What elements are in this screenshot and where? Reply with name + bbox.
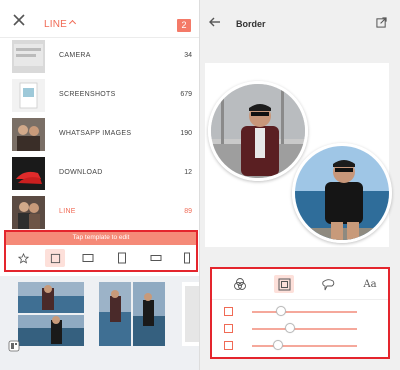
album-row[interactable]: SCREENSHOTS 679 <box>0 77 200 116</box>
slider-thumb[interactable] <box>273 340 284 350</box>
border-editor-header: Border <box>200 0 400 44</box>
album-row[interactable]: CAMERA 34 <box>0 38 200 77</box>
close-icon[interactable] <box>12 13 26 27</box>
album-count: 679 <box>180 91 192 98</box>
slider-thumb[interactable] <box>284 323 295 333</box>
square-frame-icon[interactable] <box>45 249 65 267</box>
border-frame-icon[interactable] <box>274 275 294 293</box>
selected-count-badge[interactable]: 2 <box>177 19 191 32</box>
collage-photo-circle-1[interactable] <box>208 81 308 181</box>
album-name: WHATSAPP IMAGES <box>59 130 132 137</box>
tall-frame-icon[interactable] <box>177 249 197 267</box>
landscape-frame-icon[interactable] <box>78 249 98 267</box>
template-selector <box>5 245 197 271</box>
collage-preview-vertical[interactable] <box>18 282 84 346</box>
border-editor-panel: Border Aa <box>200 0 400 370</box>
border-tools-panel: Aa <box>212 268 390 358</box>
portrait-frame-icon[interactable] <box>112 249 132 267</box>
wide-frame-icon[interactable] <box>146 249 166 267</box>
camera-thumbnail <box>12 40 45 73</box>
border-slider-row <box>212 338 390 354</box>
collage-canvas[interactable] <box>205 63 392 247</box>
sticker-icon[interactable] <box>318 275 338 293</box>
album-picker-panel: LINE 2 CAMERA 34 SCREENSHOTS 679 WHATSAPP IM… <box>0 0 200 370</box>
slider-track[interactable] <box>252 328 357 330</box>
album-name: DOWNLOAD <box>59 169 103 176</box>
download-thumbnail <box>12 157 45 190</box>
album-count: 190 <box>180 130 192 137</box>
collage-preview-strip <box>0 276 200 370</box>
star-icon[interactable] <box>13 249 33 267</box>
line-thumbnail <box>12 196 45 229</box>
album-row[interactable]: WHATSAPP IMAGES 190 <box>0 116 200 155</box>
border-spacing-icon <box>224 324 233 333</box>
album-dropdown-label: LINE <box>44 19 68 30</box>
gallery-toggle-icon[interactable] <box>8 340 20 352</box>
template-hint-bar: Tap template to edit <box>5 231 197 245</box>
album-count: 89 <box>184 208 192 215</box>
album-picker-header: LINE 2 <box>0 0 200 38</box>
album-name: LINE <box>59 208 76 215</box>
corner-radius-icon <box>224 341 233 350</box>
screenshot-thumbnail <box>12 79 45 112</box>
album-count: 34 <box>184 52 192 59</box>
filter-circles-icon[interactable] <box>230 275 250 293</box>
chevron-up-icon <box>69 19 77 27</box>
album-name: SCREENSHOTS <box>59 91 116 98</box>
text-icon[interactable]: Aa <box>360 275 380 293</box>
slider-thumb[interactable] <box>276 306 287 316</box>
page-title: Border <box>236 19 266 29</box>
collage-preview-partial[interactable] <box>182 282 200 346</box>
tool-tabs: Aa <box>212 268 390 300</box>
arrow-left-icon[interactable] <box>209 17 221 27</box>
whatsapp-thumbnail <box>12 118 45 151</box>
border-slider-row <box>212 321 390 337</box>
external-link-icon[interactable] <box>376 17 387 28</box>
border-size-icon <box>224 307 233 316</box>
album-name: CAMERA <box>59 52 91 59</box>
slider-track[interactable] <box>252 311 357 313</box>
album-row[interactable]: LINE 89 <box>0 194 200 233</box>
border-slider-row <box>212 304 390 320</box>
collage-photo-circle-2[interactable] <box>292 143 392 243</box>
collage-preview-horizontal[interactable] <box>99 282 165 346</box>
album-count: 12 <box>184 169 192 176</box>
slider-track[interactable] <box>252 345 357 347</box>
album-row[interactable]: DOWNLOAD 12 <box>0 155 200 194</box>
album-dropdown[interactable]: LINE <box>44 19 77 30</box>
